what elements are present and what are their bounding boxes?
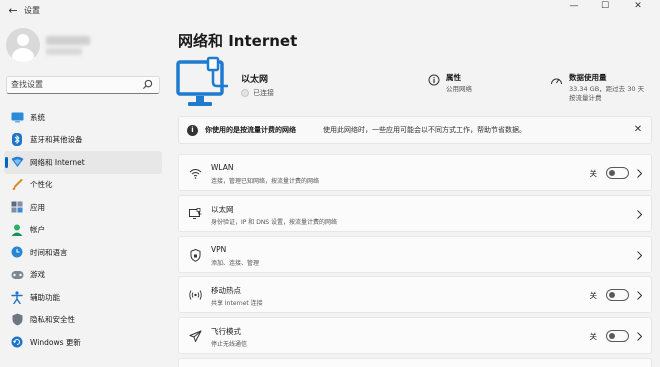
network-icon <box>10 155 24 169</box>
user-profile[interactable] <box>6 28 166 62</box>
hotspot-card[interactable]: 移动热点 共享 Internet 连接 关 <box>178 276 652 313</box>
airplane-icon <box>188 329 202 343</box>
toggle-state-label: 关 <box>589 169 598 178</box>
banner-detail: 使用此网络时，一些应用可能会以不同方式工作，帮助节省数据。 <box>323 126 526 134</box>
sidebar-item-personalization[interactable]: 个性化 <box>4 174 162 197</box>
maximize-button[interactable]: ☐ <box>591 0 619 14</box>
sidebar-item-privacy[interactable]: 隐私和安全性 <box>4 309 162 332</box>
sidebar-item-label: 个性化 <box>30 180 53 190</box>
wlan-card[interactable]: WLAN 连接，管理已知网络，按流量计费的网络 关 <box>178 154 652 191</box>
next-settings-card[interactable] <box>178 358 652 367</box>
time-language-icon <box>10 245 24 259</box>
vpn-card[interactable]: VPN 添加、连接、管理 <box>178 236 652 273</box>
chevron-right-icon[interactable] <box>634 330 644 342</box>
ethernet-hero-icon <box>176 56 234 115</box>
apps-icon <box>10 200 24 214</box>
card-subtitle: 添加、连接、管理 <box>211 260 260 267</box>
close-button[interactable]: ✕ <box>624 0 652 14</box>
data-usage-metered: 按流量计费 <box>569 94 602 102</box>
banner-close-button[interactable]: ✕ <box>631 123 645 137</box>
sidebar-item-label: 隐私和安全性 <box>30 315 75 325</box>
sidebar-item-accessibility[interactable]: 辅助功能 <box>4 286 162 309</box>
search-box[interactable] <box>6 76 160 94</box>
search-input[interactable] <box>7 77 137 92</box>
ethernet-icon <box>188 207 202 221</box>
page-title: 网络和 Internet <box>178 32 298 50</box>
app-title: 设置 <box>24 6 40 15</box>
airplane-mode-card[interactable]: 飞行模式 停止无线通信 关 <box>178 317 652 354</box>
card-subtitle: 连接，管理已知网络，按流量计费的网络 <box>211 178 320 185</box>
data-usage-amount: 33.34 GB，距过去 30 天 <box>569 85 645 93</box>
ethernet-status: 已连接 <box>241 88 274 98</box>
chevron-right-icon[interactable] <box>634 249 644 261</box>
vpn-shield-icon <box>188 248 202 262</box>
ethernet-card[interactable]: 以太网 身份验证，IP 和 DNS 设置，按流量计费的网络 <box>178 195 652 232</box>
ethernet-status-text: 已连接 <box>253 89 274 97</box>
system-icon <box>10 110 24 124</box>
sidebar-item-label: Windows 更新 <box>30 337 81 347</box>
ethernet-name: 以太网 <box>241 75 269 85</box>
title-bar: ← 设置 — ☐ ✕ <box>0 0 660 22</box>
sidebar-item-label: 系统 <box>30 112 45 122</box>
windows-update-icon <box>10 335 24 349</box>
back-arrow-icon[interactable]: ← <box>6 4 20 18</box>
chevron-right-icon[interactable] <box>634 208 644 220</box>
card-title: 移动热点 <box>211 286 241 295</box>
info-icon: i <box>187 125 198 136</box>
account-icon <box>10 223 24 237</box>
card-subtitle: 身份验证，IP 和 DNS 设置，按流量计费的网络 <box>211 219 338 226</box>
info-icon <box>428 74 440 86</box>
sidebar-item-system[interactable]: 系统 <box>4 106 162 129</box>
bluetooth-icon <box>10 133 24 147</box>
sidebar-item-label: 网络和 Internet <box>30 157 85 167</box>
search-icon[interactable] <box>142 79 153 93</box>
user-email-redacted <box>46 48 82 55</box>
sidebar-item-windows-update[interactable]: Windows 更新 <box>4 331 162 354</box>
chevron-right-icon[interactable] <box>634 289 644 301</box>
user-name-redacted <box>46 36 90 45</box>
data-usage-title: 数据使用量 <box>569 73 607 82</box>
sidebar-item-label: 帐户 <box>30 225 45 235</box>
sidebar-item-label: 游戏 <box>30 270 45 280</box>
sidebar-nav: 系统 蓝牙和其他设备 网络和 Internet 个性化 应用 帐户 时间和语言 … <box>4 106 162 354</box>
card-title: 以太网 <box>211 205 234 214</box>
card-title: WLAN <box>211 163 234 172</box>
sidebar-item-bluetooth[interactable]: 蓝牙和其他设备 <box>4 129 162 152</box>
banner-title: 你使用的是按流量计费的网络 <box>205 126 296 134</box>
wlan-toggle[interactable] <box>606 167 629 179</box>
hotspot-toggle[interactable] <box>606 289 629 301</box>
sidebar-item-time-language[interactable]: 时间和语言 <box>4 241 162 264</box>
privacy-icon <box>10 313 24 327</box>
avatar <box>6 28 40 62</box>
sidebar-item-label: 辅助功能 <box>30 292 60 302</box>
sidebar-item-apps[interactable]: 应用 <box>4 196 162 219</box>
metered-network-banner: i 你使用的是按流量计费的网络 使用此网络时，一些应用可能会以不同方式工作，帮助… <box>178 116 652 144</box>
sidebar-item-label: 应用 <box>30 202 45 212</box>
card-subtitle: 停止无线通信 <box>211 341 248 348</box>
card-title: 飞行模式 <box>211 327 241 336</box>
airplane-mode-toggle[interactable] <box>606 330 629 342</box>
data-usage-icon <box>551 78 562 85</box>
card-title: VPN <box>211 245 227 254</box>
chevron-right-icon[interactable] <box>634 167 644 179</box>
data-usage-link[interactable]: 数据使用量 33.34 GB，距过去 30 天 按流量计费 <box>550 72 644 103</box>
sidebar-item-label: 蓝牙和其他设备 <box>30 135 83 145</box>
gaming-icon <box>10 268 24 282</box>
accessibility-icon <box>10 290 24 304</box>
personalization-icon <box>10 178 24 192</box>
properties-title: 属性 <box>446 73 461 82</box>
minimize-button[interactable]: — <box>560 0 588 14</box>
properties-subtitle: 公用网络 <box>446 85 472 93</box>
wifi-icon <box>188 166 202 180</box>
properties-link[interactable]: 属性 公用网络 <box>428 72 472 94</box>
status-dot-icon <box>241 89 249 97</box>
sidebar-item-network[interactable]: 网络和 Internet <box>4 151 162 174</box>
hotspot-icon <box>188 288 202 302</box>
sidebar-item-gaming[interactable]: 游戏 <box>4 264 162 287</box>
card-subtitle: 共享 Internet 连接 <box>211 300 263 307</box>
sidebar-item-account[interactable]: 帐户 <box>4 219 162 242</box>
sidebar-item-label: 时间和语言 <box>30 247 68 257</box>
toggle-state-label: 关 <box>589 332 598 341</box>
toggle-state-label: 关 <box>589 291 598 300</box>
